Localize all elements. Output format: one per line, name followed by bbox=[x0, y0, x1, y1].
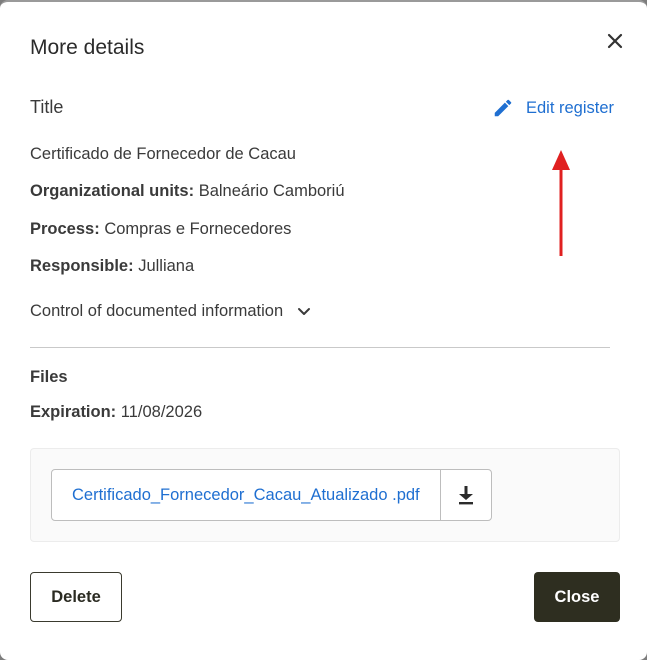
expiration-value: 11/08/2026 bbox=[120, 403, 203, 421]
responsible-field: Responsible: Julliana bbox=[30, 257, 194, 276]
file-link[interactable]: Certificado_Fornecedor_Cacau_Atualizado … bbox=[52, 470, 440, 520]
responsible-label: Responsible: bbox=[30, 257, 134, 275]
more-details-dialog: More details Title Edit register Certifi… bbox=[0, 0, 647, 660]
delete-button[interactable]: Delete bbox=[30, 572, 122, 622]
org-units-field: Organizational units: Balneário Camboriú bbox=[30, 182, 345, 201]
files-container: Certificado_Fornecedor_Cacau_Atualizado … bbox=[30, 448, 620, 542]
edit-register-link[interactable]: Edit register bbox=[492, 96, 614, 120]
responsible-value: Julliana bbox=[138, 257, 195, 275]
close-button[interactable]: Close bbox=[534, 572, 620, 622]
pencil-icon bbox=[494, 99, 512, 117]
divider bbox=[30, 347, 610, 348]
org-units-value: Balneário Camboriú bbox=[198, 182, 345, 200]
record-name: Certificado de Fornecedor de Cacau bbox=[30, 145, 296, 163]
arrow-up-icon bbox=[552, 150, 570, 256]
org-units-label: Organizational units: bbox=[30, 182, 195, 200]
process-value: Compras e Fornecedores bbox=[104, 220, 292, 238]
section-title: Title bbox=[30, 97, 64, 117]
download-icon bbox=[458, 486, 473, 505]
process-label: Process: bbox=[30, 220, 100, 238]
expiration-field: Expiration: 11/08/2026 bbox=[30, 403, 202, 422]
process-field: Process: Compras e Fornecedores bbox=[30, 220, 291, 239]
expiration-label: Expiration: bbox=[30, 403, 117, 421]
files-heading: Files bbox=[30, 368, 68, 386]
close-icon[interactable] bbox=[602, 28, 628, 54]
control-of-documented-information-toggle[interactable]: Control of documented information bbox=[30, 302, 311, 321]
file-item: Certificado_Fornecedor_Cacau_Atualizado … bbox=[51, 469, 492, 521]
edit-register-label: Edit register bbox=[526, 98, 615, 117]
control-label: Control of documented information bbox=[30, 302, 284, 320]
download-button[interactable] bbox=[439, 470, 491, 520]
dialog-title: More details bbox=[30, 36, 145, 59]
chevron-down-icon bbox=[298, 307, 311, 315]
